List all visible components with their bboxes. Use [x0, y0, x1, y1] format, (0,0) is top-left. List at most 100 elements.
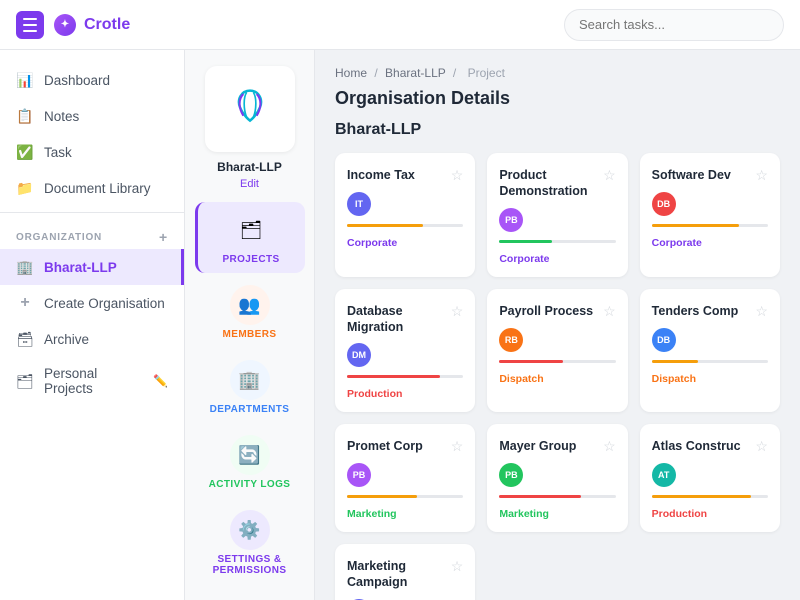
project-card-mayer-group[interactable]: Mayer Group ☆ PB Marketing: [487, 424, 627, 532]
search-input[interactable]: [564, 9, 784, 41]
progress-bar-container: [652, 495, 768, 498]
sidebar-item-notes[interactable]: 📋 Notes: [0, 98, 184, 134]
star-icon[interactable]: ☆: [451, 167, 464, 184]
project-card-software-dev[interactable]: Software Dev ☆ DB Corporate: [640, 153, 780, 277]
star-icon[interactable]: ☆: [755, 303, 768, 320]
project-card-product-demo[interactable]: Product Demonstration ☆ PB Corporate: [487, 153, 627, 277]
card-tag: Production: [652, 508, 707, 520]
sidebar-item-create-org[interactable]: + Create Organisation: [0, 285, 184, 321]
task-icon: ✅: [16, 143, 34, 161]
progress-bar: [652, 495, 751, 498]
card-tag: Production: [347, 388, 402, 400]
sidebar-item-task[interactable]: ✅ Task: [0, 134, 184, 170]
progress-bar: [652, 224, 739, 227]
star-icon[interactable]: ☆: [603, 438, 616, 455]
card-tag: Corporate: [347, 237, 397, 249]
project-card-income-tax[interactable]: Income Tax ☆ IT Corporate: [335, 153, 475, 277]
avatar-row: RB: [499, 328, 615, 352]
card-title: Promet Corp: [347, 438, 423, 454]
create-org-icon: +: [16, 294, 34, 312]
app-logo: Crotle: [54, 14, 130, 36]
project-card-marketing-campaign[interactable]: Marketing Campaign ☆ MC Marketing: [335, 544, 475, 600]
avatar-row: PB: [499, 208, 615, 232]
avatar: PB: [499, 208, 523, 232]
topbar: Crotle: [0, 0, 800, 50]
avatar-row: AT: [652, 463, 768, 487]
star-icon[interactable]: ☆: [451, 438, 464, 455]
card-tag: Marketing: [347, 508, 397, 520]
notes-icon: 📋: [16, 107, 34, 125]
avatar: DM: [347, 343, 371, 367]
sidebar-item-dashboard[interactable]: 📊 Dashboard: [0, 62, 184, 98]
card-title: Payroll Process: [499, 303, 593, 319]
nav-pill-settings[interactable]: ⚙️ SETTINGS & PERMISSIONS: [195, 502, 305, 584]
activity-logs-icon: 🔄: [230, 435, 270, 475]
progress-bar: [499, 495, 580, 498]
settings-icon: ⚙️: [230, 510, 270, 550]
card-header: Database Migration ☆: [347, 303, 463, 336]
avatar-row: PB: [347, 463, 463, 487]
dashboard-icon: 📊: [16, 71, 34, 89]
sidebar-item-document-library[interactable]: 📁 Document Library: [0, 170, 184, 206]
avatar-row: DB: [652, 192, 768, 216]
project-card-atlas-construc[interactable]: Atlas Construc ☆ AT Production: [640, 424, 780, 532]
star-icon[interactable]: ☆: [451, 303, 464, 320]
edit-personal-icon[interactable]: ✏️: [153, 374, 168, 388]
avatar-row: DB: [652, 328, 768, 352]
avatar: DB: [652, 192, 676, 216]
nav-pill-activity-logs[interactable]: 🔄 ACTIVITY LOGS: [195, 427, 305, 498]
projects-icon: 🗂: [231, 210, 271, 250]
departments-icon: 🏢: [230, 360, 270, 400]
card-title: Tenders Comp: [652, 303, 739, 319]
star-icon[interactable]: ☆: [755, 167, 768, 184]
sidebar-item-personal-projects[interactable]: 🗂 Personal Projects ✏️: [0, 357, 184, 405]
breadcrumb-home[interactable]: Home: [335, 66, 367, 80]
star-icon[interactable]: ☆: [603, 167, 616, 184]
progress-bar-container: [499, 360, 615, 363]
card-header: Tenders Comp ☆: [652, 303, 768, 320]
hamburger-menu[interactable]: [16, 11, 44, 39]
card-title: Database Migration: [347, 303, 451, 336]
progress-bar: [347, 495, 417, 498]
avatar-row: IT: [347, 192, 463, 216]
card-title: Mayer Group: [499, 438, 576, 454]
project-card-promet-corp[interactable]: Promet Corp ☆ PB Marketing: [335, 424, 475, 532]
sidebar-item-bharat-llp[interactable]: 🏢 Bharat-LLP: [0, 249, 184, 285]
project-card-payroll-process[interactable]: Payroll Process ☆ RB Dispatch: [487, 289, 627, 413]
project-card-database-migration[interactable]: Database Migration ☆ DM Production: [335, 289, 475, 413]
org-logo-box: [205, 66, 295, 152]
members-icon: 👥: [230, 285, 270, 325]
card-header: Atlas Construc ☆: [652, 438, 768, 455]
content-area: Home / Bharat-LLP / Project Organisation…: [315, 50, 800, 600]
sidebar-section-org: ORGANIZATION +: [0, 219, 184, 249]
add-org-icon[interactable]: +: [159, 229, 168, 245]
project-card-tenders-comp[interactable]: Tenders Comp ☆ DB Dispatch: [640, 289, 780, 413]
card-title: Product Demonstration: [499, 167, 603, 200]
star-icon[interactable]: ☆: [755, 438, 768, 455]
page-title: Organisation Details: [335, 88, 780, 109]
sidebar-item-archive[interactable]: 🗃 Archive: [0, 321, 184, 357]
progress-bar-container: [652, 360, 768, 363]
card-header: Payroll Process ☆: [499, 303, 615, 320]
org-section-title: Bharat-LLP: [335, 121, 780, 139]
star-icon[interactable]: ☆: [603, 303, 616, 320]
personal-projects-icon: 🗂: [16, 372, 34, 390]
card-title: Atlas Construc: [652, 438, 741, 454]
progress-bar: [652, 360, 699, 363]
avatar: AT: [652, 463, 676, 487]
main-layout: 📊 Dashboard 📋 Notes ✅ Task 📁 Document Li…: [0, 50, 800, 600]
nav-pill-departments[interactable]: 🏢 DEPARTMENTS: [195, 352, 305, 423]
star-icon[interactable]: ☆: [451, 558, 464, 575]
breadcrumb-org[interactable]: Bharat-LLP: [385, 66, 446, 80]
card-tag: Dispatch: [499, 373, 543, 385]
logo-icon: [54, 14, 76, 36]
nav-pill-projects[interactable]: 🗂 PROJECTS: [195, 202, 305, 273]
card-tag: Corporate: [499, 253, 549, 265]
nav-pill-members[interactable]: 👥 MEMBERS: [195, 277, 305, 348]
avatar-row: DM: [347, 343, 463, 367]
card-header: Promet Corp ☆: [347, 438, 463, 455]
org-logo-svg: [225, 84, 275, 134]
progress-bar-container: [652, 224, 768, 227]
org-edit-link[interactable]: Edit: [240, 178, 259, 190]
sidebar-divider: [0, 212, 184, 213]
